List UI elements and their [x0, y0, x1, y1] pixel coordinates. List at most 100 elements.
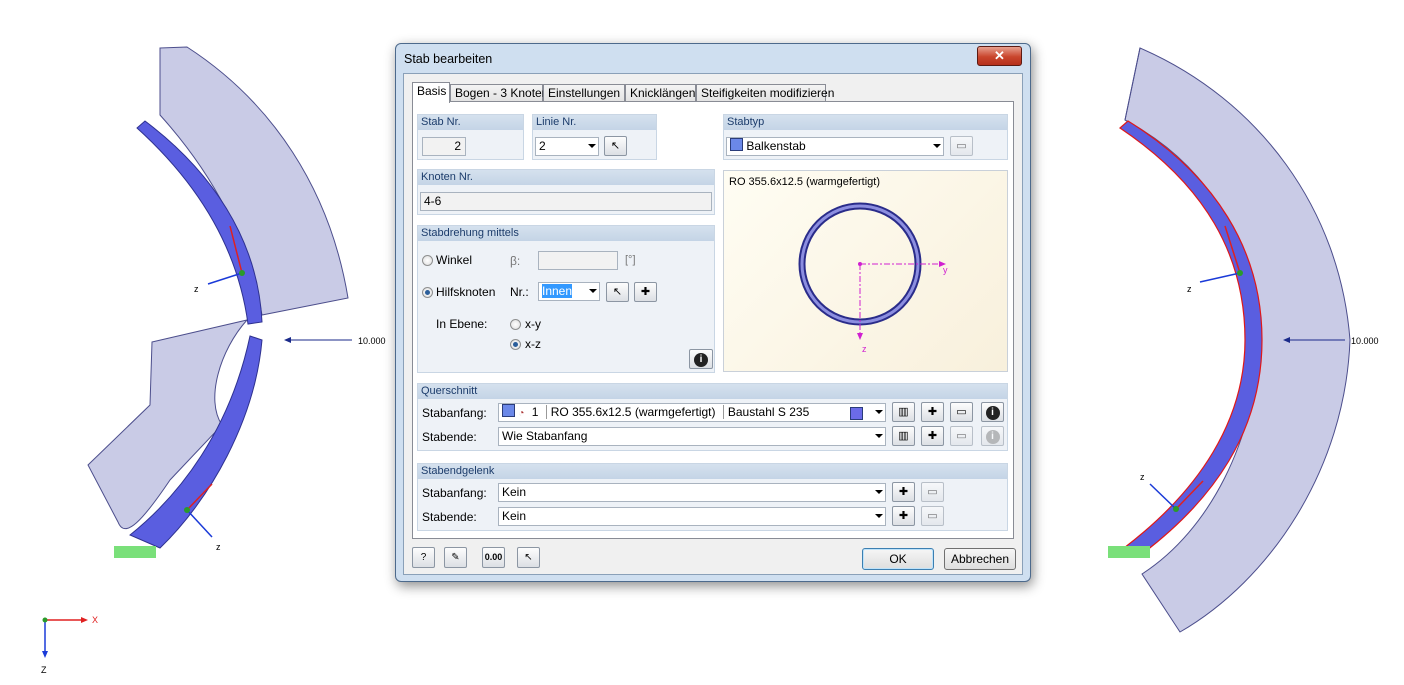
ok-button[interactable]: OK [862, 548, 934, 570]
section-info-button[interactable]: i [981, 402, 1004, 422]
title-bar[interactable]: Stab bearbeiten ✕ [396, 44, 1030, 72]
new-hinge-start-button[interactable]: ✚ [892, 482, 915, 502]
help-button[interactable]: ? [412, 547, 435, 568]
group-querschnitt: Querschnitt Stabanfang: ◔ 1 RO 355.6x12.… [417, 383, 1008, 451]
xz-label: x-z [525, 337, 541, 351]
cancel-button[interactable]: Abbrechen [944, 548, 1016, 570]
edit-hinge-end-button[interactable]: ▭ [921, 506, 944, 526]
edit-section-end-button[interactable]: ▭ [950, 426, 973, 446]
edit-type-button[interactable]: ▭ [950, 136, 973, 156]
radio-winkel[interactable] [422, 255, 433, 266]
local-z-label-right-lower: z [1140, 472, 1145, 482]
linie-nr-select[interactable]: 2 [535, 137, 599, 156]
tab-basis[interactable]: Basis [412, 82, 450, 103]
info-icon: i [985, 430, 1000, 444]
knoten-nr-field[interactable]: 4-6 [420, 192, 712, 211]
dialog-footer: ? ✎ 0.00 ↖ OK Abbrechen [404, 544, 1022, 574]
querschnitt-end-select[interactable]: Wie Stabanfang [498, 427, 886, 446]
querschnitt-start-label: Stabanfang: [422, 406, 487, 420]
section-library-button[interactable]: ▥ [892, 402, 915, 422]
chevron-down-icon [875, 410, 883, 414]
new-section-button[interactable]: ✚ [921, 402, 944, 422]
querschnitt-start-material: Baustahl S 235 [722, 405, 810, 419]
global-z-label: Z [41, 665, 47, 675]
group-title: Querschnitt [418, 384, 1007, 399]
material-color-swatch [850, 407, 863, 420]
edit-icon: ▭ [927, 486, 938, 498]
set-zero-button[interactable]: 0.00 [482, 547, 505, 568]
section-color-swatch [502, 404, 515, 417]
chevron-down-icon [875, 514, 883, 518]
support-right [1108, 546, 1150, 558]
book-icon: ▥ [898, 406, 909, 418]
section-library-end-button[interactable]: ▥ [892, 426, 915, 446]
pick-button[interactable]: ↖ [517, 547, 540, 568]
tab-einstellungen[interactable]: Einstellungen [543, 84, 625, 101]
stab-nr-field[interactable]: 2 [422, 137, 466, 156]
help-icon: ? [420, 552, 427, 563]
close-button[interactable]: ✕ [977, 46, 1022, 66]
local-z-label-lower: z [216, 542, 221, 552]
chevron-down-icon [589, 289, 597, 293]
hilfsknoten-select[interactable]: Innen [538, 282, 600, 301]
radio-hilfsknoten[interactable] [422, 287, 433, 298]
new-section-end-button[interactable]: ✚ [921, 426, 944, 446]
section-drawing: y z [798, 202, 948, 354]
nr-label: Nr.: [510, 285, 529, 299]
new-node-button[interactable]: ✚ [634, 282, 657, 302]
group-stabtyp: Stabtyp Balkenstab ▭ [723, 114, 1008, 160]
section-preview: RO 355.6x12.5 (warmgefertigt) y z [723, 170, 1008, 372]
group-title: Stab Nr. [418, 115, 523, 130]
pointer-icon: ↖ [610, 140, 621, 152]
gelenk-start-label: Stabanfang: [422, 486, 487, 500]
beta-input[interactable] [538, 251, 618, 270]
group-title: Linie Nr. [533, 115, 656, 130]
section-icon: ◔ [518, 408, 525, 419]
hilfsknoten-value: Innen [542, 284, 573, 298]
new-icon: ✚ [640, 286, 651, 298]
tab-knicklaengen[interactable]: Knicklängen [625, 84, 696, 101]
linie-nr-value: 2 [539, 139, 546, 153]
info-button[interactable]: i [689, 349, 713, 369]
querschnitt-end-value: Wie Stabanfang [502, 429, 588, 443]
edit-member-dialog: Stab bearbeiten ✕ Basis Bogen - 3 Knoten… [395, 43, 1031, 582]
gelenk-start-value: Kein [502, 485, 527, 499]
edit-section-button[interactable]: ▭ [950, 402, 973, 422]
radio-xy[interactable] [510, 319, 521, 330]
pick-line-button[interactable]: ↖ [604, 136, 627, 156]
stabtyp-value: Balkenstab [746, 139, 806, 153]
gelenk-end-select[interactable]: Kein [498, 507, 886, 526]
querschnitt-start-select[interactable]: ◔ 1 RO 355.6x12.5 (warmgefertigt) Bausta… [498, 403, 886, 422]
section-end-info-button[interactable]: i [981, 426, 1004, 446]
gelenk-start-select[interactable]: Kein [498, 483, 886, 502]
tab-steifigkeiten[interactable]: Steifigkeiten modifizieren [696, 84, 834, 101]
edit-icon: ▭ [956, 430, 967, 442]
chevron-down-icon [933, 144, 941, 148]
querschnitt-end-label: Stabende: [422, 430, 477, 444]
edit-icon: ✎ [451, 552, 460, 563]
group-knoten-nr: Knoten Nr. 4-6 [417, 169, 715, 215]
group-title: Knoten Nr. [418, 170, 714, 185]
local-z-label-upper: z [194, 284, 199, 294]
load-value-label-right: 10.000 [1351, 336, 1379, 346]
edit-icon: ▭ [956, 406, 967, 418]
stabtyp-select[interactable]: Balkenstab [726, 137, 944, 156]
pick-node-button[interactable]: ↖ [606, 282, 629, 302]
tab-bogen[interactable]: Bogen - 3 Knoten [450, 84, 548, 101]
group-linie-nr: Linie Nr. 2 ↖ [532, 114, 657, 160]
window-title: Stab bearbeiten [404, 52, 493, 66]
new-icon: ✚ [927, 430, 938, 442]
chevron-down-icon [875, 490, 883, 494]
comment-button[interactable]: ✎ [444, 547, 467, 568]
edit-hinge-start-button[interactable]: ▭ [921, 482, 944, 502]
beta-label: β: [510, 254, 521, 268]
chevron-down-icon [588, 144, 596, 148]
new-icon: ✚ [898, 486, 909, 498]
xy-label: x-y [525, 317, 541, 331]
load-value-label: 10.000 [358, 336, 386, 346]
group-title: Stabendgelenk [418, 464, 1007, 479]
select-icon: ↖ [524, 552, 533, 563]
radio-xz[interactable] [510, 339, 521, 350]
new-icon: ✚ [927, 406, 938, 418]
new-hinge-end-button[interactable]: ✚ [892, 506, 915, 526]
